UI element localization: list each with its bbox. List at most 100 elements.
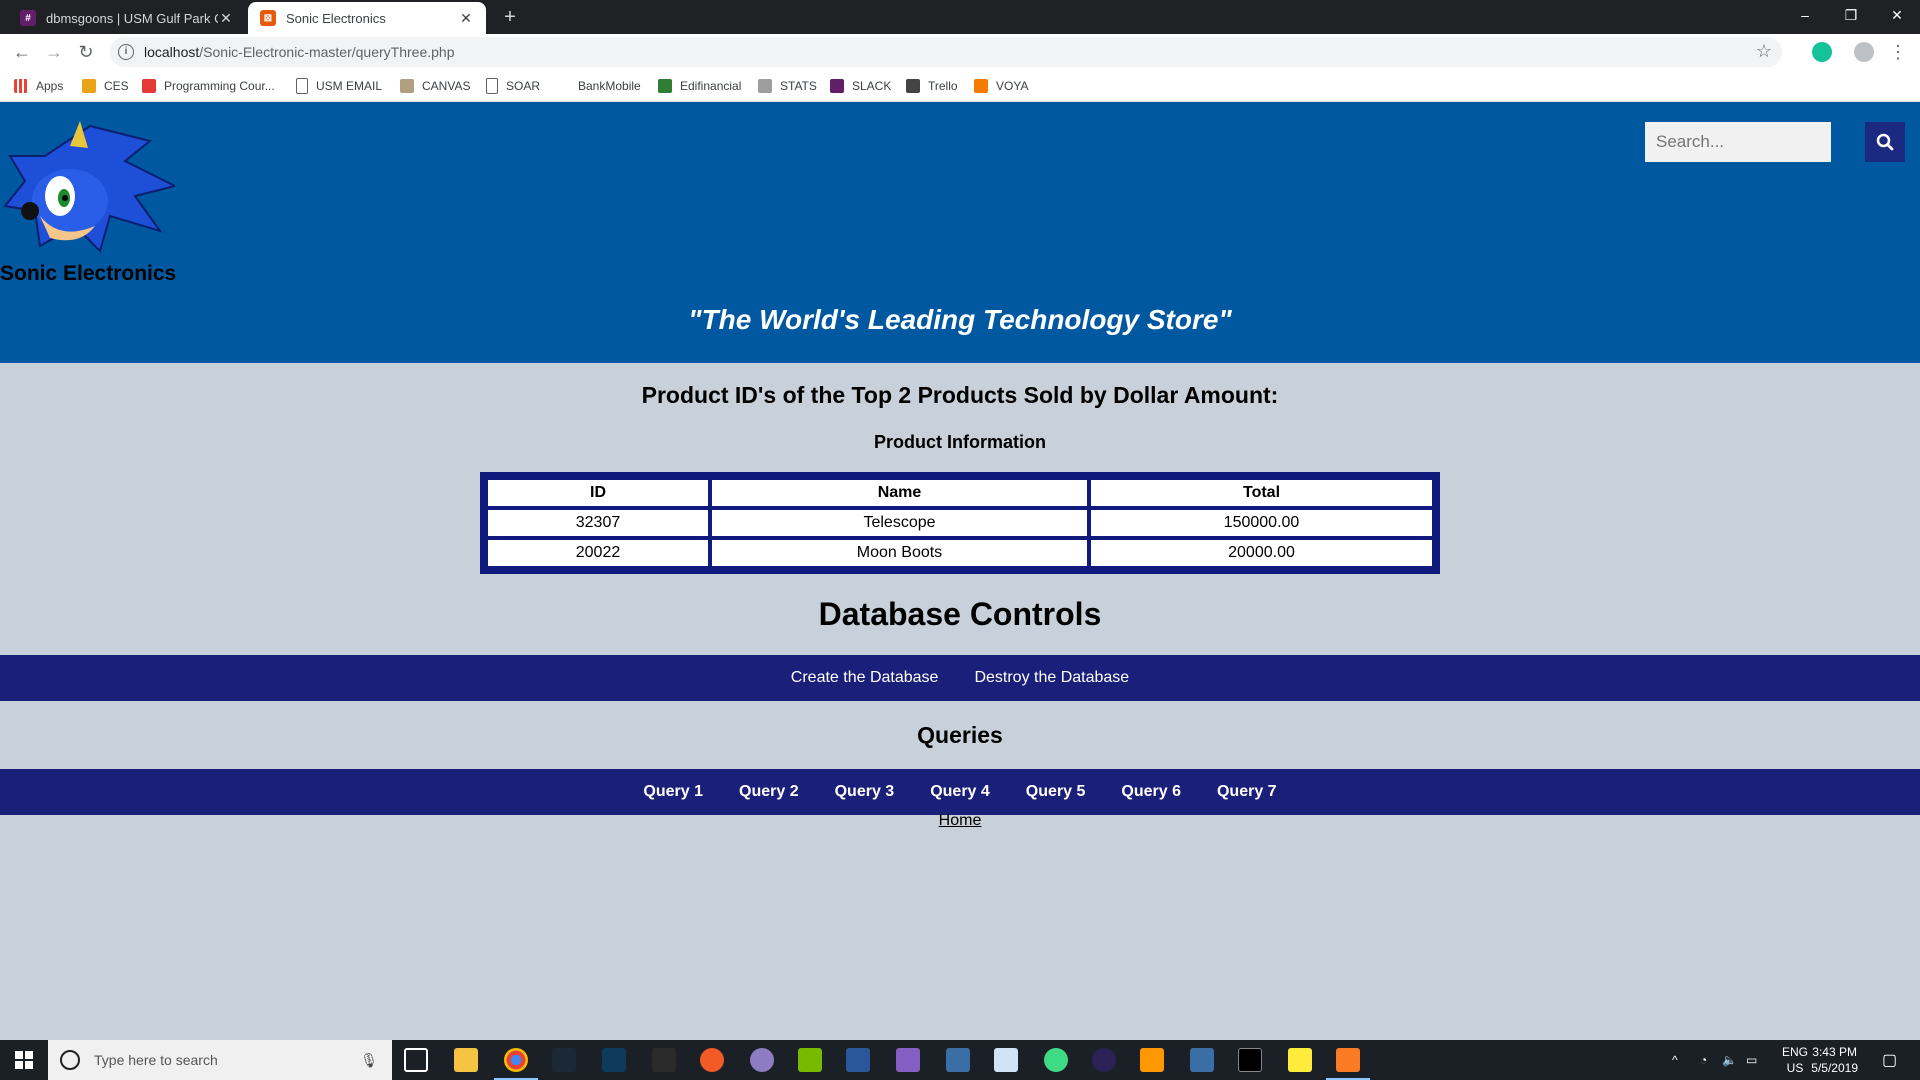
column-header-total: Total [1091, 480, 1432, 506]
cell-name: Telescope [712, 510, 1087, 536]
product-table: ID Name Total 32307 Telescope 150000.00 … [480, 472, 1440, 574]
show-hidden-icons-icon[interactable]: ^ [1672, 1040, 1678, 1080]
restore-button[interactable]: ❐ [1828, 0, 1874, 30]
column-header-name: Name [712, 480, 1087, 506]
nvidia-icon[interactable] [798, 1048, 822, 1072]
sublime-text-icon[interactable] [1140, 1048, 1164, 1072]
bookmark-soar[interactable]: SOAR [486, 70, 540, 102]
query-3-link[interactable]: Query 3 [835, 783, 895, 801]
start-button[interactable] [0, 1040, 48, 1080]
xampp-icon[interactable] [1336, 1048, 1360, 1072]
taskbar-search-box[interactable]: Type here to search 🎙 [48, 1040, 392, 1080]
action-center-icon[interactable]: ▢ [1882, 1040, 1897, 1080]
stats-icon [758, 79, 772, 93]
create-database-link[interactable]: Create the Database [791, 669, 939, 687]
android-studio-icon[interactable] [1044, 1048, 1068, 1072]
command-prompt-icon[interactable] [1238, 1048, 1262, 1072]
queries-heading: Queries [917, 722, 1003, 748]
bookmark-star-icon[interactable]: ☆ [1756, 41, 1772, 62]
site-header: Sonic Electronics "The World's Leading T… [0, 102, 1920, 363]
url-text[interactable]: localhost/Sonic-Electronic-master/queryT… [144, 44, 455, 60]
control-panel-icon[interactable] [994, 1048, 1018, 1072]
bookmark-label: CES [104, 79, 129, 93]
close-tab-icon[interactable]: ✕ [218, 10, 234, 27]
profile-avatar-icon[interactable] [1854, 42, 1874, 62]
volume-icon[interactable]: 🔈 [1722, 1040, 1737, 1080]
battlenet-icon[interactable] [602, 1048, 626, 1072]
destroy-database-link[interactable]: Destroy the Database [974, 669, 1129, 687]
site-search-button[interactable] [1865, 122, 1905, 162]
menu-kebab-icon[interactable]: ⋮ [1886, 40, 1910, 64]
epic-games-icon[interactable] [652, 1048, 676, 1072]
site-brand-name: Sonic Electronics [0, 262, 177, 285]
forward-icon[interactable]: → [42, 40, 66, 64]
bookmark-apps[interactable]: Apps [14, 70, 63, 102]
query-1-link[interactable]: Query 1 [643, 783, 703, 801]
site-search-input[interactable] [1645, 122, 1831, 162]
reload-icon[interactable]: ↻ [74, 40, 98, 64]
wifi-icon[interactable]: ◔ [1700, 1040, 1707, 1080]
cell-total: 150000.00 [1091, 510, 1432, 536]
bookmark-slack[interactable]: SLACK [830, 70, 891, 102]
new-tab-button[interactable]: + [498, 4, 522, 30]
bookmark-canvas[interactable]: CANVAS [400, 70, 470, 102]
battery-icon[interactable]: ▭ [1746, 1040, 1757, 1080]
query-5-link[interactable]: Query 5 [1026, 783, 1086, 801]
clock-time: 3:43 PM [1812, 1045, 1857, 1059]
close-tab-icon[interactable]: ✕ [458, 10, 474, 27]
origin-icon[interactable] [700, 1048, 724, 1072]
site-slogan: "The World's Leading Technology Store" [688, 304, 1232, 335]
file-explorer-icon[interactable] [454, 1048, 478, 1072]
bookmark-programming[interactable]: Programming Cour... [142, 70, 275, 102]
apps-grid-icon [14, 79, 28, 93]
query-6-link[interactable]: Query 6 [1121, 783, 1181, 801]
home-link-container: Home [0, 812, 1920, 830]
site-info-icon[interactable]: i [118, 44, 134, 60]
sticky-notes-icon[interactable] [1288, 1048, 1312, 1072]
home-link[interactable]: Home [939, 812, 982, 829]
bookmark-usm-email[interactable]: USM EMAIL [296, 70, 382, 102]
address-bar[interactable]: i localhost/Sonic-Electronic-master/quer… [110, 37, 1782, 67]
chrome-icon[interactable] [504, 1048, 528, 1072]
word-icon[interactable] [846, 1048, 870, 1072]
tab-title: dbmsgoons | USM Gulf Park Con [46, 10, 218, 26]
programming-icon [142, 79, 156, 93]
bookmark-edifinancial[interactable]: Edifinancial [658, 70, 741, 102]
bookmark-label: Apps [36, 79, 64, 93]
close-window-button[interactable]: ✕ [1874, 0, 1920, 30]
eclipse-ide-icon[interactable] [1092, 1048, 1116, 1072]
bookmark-trello[interactable]: Trello [906, 70, 958, 102]
edifinancial-icon [658, 79, 672, 93]
bookmark-voya[interactable]: VOYA [974, 70, 1028, 102]
tab-dbmsgoons[interactable]: # dbmsgoons | USM Gulf Park Con ✕ [8, 2, 246, 34]
bookmark-bankmobile[interactable]: BankMobile [578, 70, 641, 102]
bookmark-ces[interactable]: CES [82, 70, 129, 102]
search-icon [1876, 133, 1894, 151]
voya-icon [974, 79, 988, 93]
region-code: US [1786, 1061, 1804, 1075]
mysql-icon[interactable] [1190, 1048, 1214, 1072]
query-2-link[interactable]: Query 2 [739, 783, 799, 801]
task-view-icon[interactable] [404, 1048, 428, 1072]
canvas-icon [400, 79, 414, 93]
query-7-link[interactable]: Query 7 [1217, 783, 1277, 801]
grammarly-extension-icon[interactable] [1812, 42, 1832, 62]
language-indicator[interactable]: ENG US [1782, 1044, 1808, 1076]
trello-icon [906, 79, 920, 93]
url-path: /Sonic-Electronic-master/queryThree.php [199, 44, 455, 60]
minimize-button[interactable]: – [1782, 0, 1828, 30]
bookmark-stats[interactable]: STATS [758, 70, 817, 102]
steam-icon[interactable] [552, 1048, 576, 1072]
tab-sonic-electronics[interactable]: ⊠ Sonic Electronics ✕ [248, 2, 486, 34]
database-controls-heading: Database Controls [818, 596, 1102, 632]
mysql-workbench-icon[interactable] [946, 1048, 970, 1072]
microphone-icon[interactable]: 🎙 [360, 1052, 378, 1069]
cell-id: 32307 [488, 510, 708, 536]
eclipse-icon[interactable] [750, 1048, 774, 1072]
query-4-link[interactable]: Query 4 [930, 783, 990, 801]
slack-favicon-icon: # [20, 10, 36, 26]
back-icon[interactable]: ← [10, 40, 34, 64]
visual-studio-icon[interactable] [896, 1048, 920, 1072]
system-clock[interactable]: 3:43 PM 5/5/2019 [1811, 1044, 1858, 1076]
database-controls-nav: Create the Database Destroy the Database [0, 655, 1920, 701]
